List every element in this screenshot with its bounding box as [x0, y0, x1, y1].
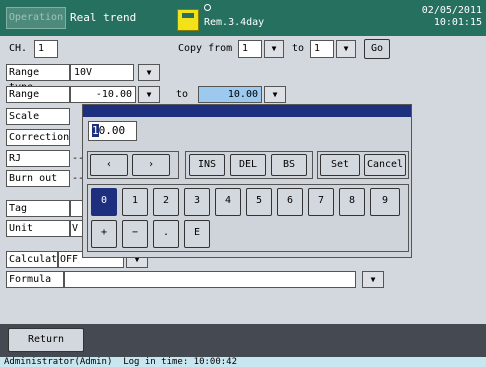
key-5[interactable]: 5 — [246, 188, 272, 216]
key-6[interactable]: 6 — [277, 188, 303, 216]
range-type-value[interactable]: 10V — [70, 64, 134, 81]
copy-from-label: Copy from — [178, 43, 233, 54]
key-3[interactable]: 3 — [184, 188, 210, 216]
key-decimal-point[interactable]: . — [153, 220, 179, 248]
cancel-button[interactable]: Cancel — [364, 154, 406, 176]
operation-button[interactable]: Operation — [6, 7, 66, 29]
key-8[interactable]: 8 — [339, 188, 365, 216]
range-to-label: to — [176, 89, 189, 100]
rj-label: RJ — [6, 150, 70, 167]
unit-label: Unit — [6, 220, 70, 237]
insert-button[interactable]: INS — [189, 154, 225, 176]
memory-card-icon — [177, 7, 199, 31]
backspace-button[interactable]: BS — [271, 154, 307, 176]
dialog-value-rest: 0.00 — [98, 124, 126, 137]
copy-to-dropdown-icon[interactable]: ▼ — [336, 40, 356, 58]
dialog-title-bar — [83, 105, 411, 117]
key-7[interactable]: 7 — [308, 188, 334, 216]
range-type-label: Range type — [6, 64, 70, 93]
login-time-text: Log in time: 10:00:42 — [123, 357, 238, 367]
copy-to-label: to — [292, 43, 305, 54]
range-max-input[interactable]: 10.00 — [198, 86, 262, 103]
date-time: 02/05/2011 10:01:15 — [422, 5, 482, 29]
return-button[interactable]: Return — [8, 328, 84, 352]
key-0[interactable]: 0 — [91, 188, 117, 216]
numeric-entry-dialog: 10.00 ‹ › INS DEL BS Set Cancel 0 1 2 3 … — [82, 104, 412, 258]
formula-dropdown-icon[interactable]: ▼ — [362, 271, 384, 288]
delete-button[interactable]: DEL — [230, 154, 266, 176]
key-4[interactable]: 4 — [215, 188, 241, 216]
key-minus[interactable]: − — [122, 220, 148, 248]
key-2[interactable]: 2 — [153, 188, 179, 216]
date-text: 02/05/2011 — [421, 5, 482, 16]
key-plus[interactable]: + — [91, 220, 117, 248]
scale-label: Scale — [6, 108, 70, 125]
range-type-dropdown-icon[interactable]: ▼ — [138, 64, 160, 81]
time-text: 10:01:15 — [433, 17, 482, 28]
key-9[interactable]: 9 — [370, 188, 400, 216]
calculate-label: Calculate — [6, 251, 63, 268]
range-label: Range — [6, 86, 70, 103]
remaining-time: Rem.3.4day — [204, 17, 265, 28]
range-min-dropdown-icon[interactable]: ▼ — [138, 86, 160, 103]
tag-label: Tag — [6, 200, 70, 217]
user-text: Administrator(Admin) — [4, 357, 113, 367]
screen-title: Real trend — [70, 11, 137, 24]
ch-label: CH. — [9, 43, 28, 54]
cursor-right-button[interactable]: › — [132, 154, 170, 176]
formula-input[interactable] — [64, 271, 356, 288]
formula-label: Formula — [6, 271, 64, 288]
text-cursor: 1 — [92, 124, 99, 137]
correction-label: Correction — [6, 129, 70, 146]
go-button[interactable]: Go — [364, 39, 390, 59]
status-circle-icon — [204, 4, 211, 11]
key-1[interactable]: 1 — [122, 188, 148, 216]
copy-to-input[interactable]: 1 — [310, 40, 334, 58]
burnout-label: Burn out — [6, 170, 70, 187]
set-button[interactable]: Set — [320, 154, 360, 176]
ch-input[interactable]: 1 — [34, 40, 58, 58]
cursor-left-button[interactable]: ‹ — [90, 154, 128, 176]
range-max-dropdown-icon[interactable]: ▼ — [264, 86, 286, 103]
dialog-value-input[interactable]: 10.00 — [88, 121, 137, 141]
copy-from-input[interactable]: 1 — [238, 40, 262, 58]
status-bar: Administrator(Admin) Log in time: 10:00:… — [0, 357, 486, 367]
range-min-input[interactable]: -10.00 — [70, 86, 136, 103]
key-exponent[interactable]: E — [184, 220, 210, 248]
copy-from-dropdown-icon[interactable]: ▼ — [264, 40, 284, 58]
